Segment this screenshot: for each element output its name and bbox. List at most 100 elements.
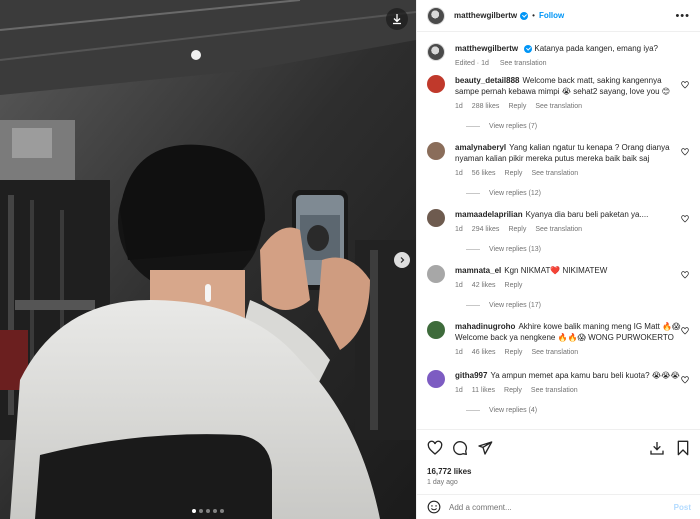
commenter-username[interactable]: beauty_detail888 xyxy=(455,76,519,85)
bookmark-icon[interactable] xyxy=(675,440,691,456)
comment-icon[interactable] xyxy=(452,440,468,456)
comment-text: Ya ampun memet apa kamu baru beli kuota?… xyxy=(490,371,680,380)
commenter-username[interactable]: mamaadelaprilian xyxy=(455,210,523,219)
comment-meta: 1d 46 likes Reply See translation xyxy=(455,347,687,358)
caption-meta: Edited · 1d See translation xyxy=(455,58,658,69)
comment-row: beauty_detail888 Welcome back matt, sakin… xyxy=(427,75,691,112)
replies-divider xyxy=(466,410,480,411)
post-media[interactable] xyxy=(0,0,416,519)
view-replies-button[interactable]: View replies (17) xyxy=(466,302,691,309)
comment-time: 1d xyxy=(455,387,463,394)
view-replies-label: View replies (13) xyxy=(489,246,542,253)
reply-button[interactable]: Reply xyxy=(508,103,526,110)
view-replies-button[interactable]: View replies (13) xyxy=(466,246,691,253)
comment-like-heart-icon[interactable] xyxy=(681,271,689,279)
comment-likes[interactable]: 56 likes xyxy=(472,170,496,177)
carousel-indicator xyxy=(0,509,416,513)
follow-button[interactable]: Follow xyxy=(539,11,564,20)
comment-meta: 1d 11 likes Reply See translation xyxy=(455,385,687,396)
replies-divider xyxy=(466,249,480,250)
verified-badge-icon xyxy=(520,11,529,20)
replies-divider xyxy=(466,126,480,127)
comment-meta: 1d 288 likes Reply See translation xyxy=(455,101,687,112)
comment-like-heart-icon[interactable] xyxy=(681,148,689,156)
comment-item: mahadinugroho Akhire kowe balik maning me… xyxy=(427,321,691,358)
see-translation-button[interactable]: See translation xyxy=(531,349,578,356)
commenter-username[interactable]: githa997 xyxy=(455,371,487,380)
commenter-avatar[interactable] xyxy=(427,75,445,93)
commenter-avatar[interactable] xyxy=(427,265,445,283)
header-separator: • xyxy=(532,11,535,20)
comment-likes[interactable]: 42 likes xyxy=(472,282,496,289)
commenter-username[interactable]: mamnata_el xyxy=(455,266,501,275)
comment-meta: 1d 294 likes Reply See translation xyxy=(455,224,687,235)
comment-likes[interactable]: 46 likes xyxy=(472,349,496,356)
comment-text: Kyanya dia baru beli paketan ya.... xyxy=(525,210,649,219)
comment-like-heart-icon[interactable] xyxy=(681,81,689,89)
comment-like-heart-icon[interactable] xyxy=(681,327,689,335)
comment-row: mamaadelaprilian Kyanya dia baru beli pak… xyxy=(427,209,691,235)
author-username[interactable]: matthewgilbertw xyxy=(454,11,517,20)
verified-badge-icon xyxy=(524,44,533,53)
comment-like-heart-icon[interactable] xyxy=(681,376,689,384)
reply-button[interactable]: Reply xyxy=(508,226,526,233)
comments-list[interactable]: matthewgilbertw Katanya pada kangen, ema… xyxy=(417,33,700,429)
comment-meta: 1d 56 likes Reply See translation xyxy=(455,168,687,179)
comment-row: mahadinugroho Akhire kowe balik maning me… xyxy=(427,321,691,358)
view-replies-button[interactable]: View replies (7) xyxy=(466,123,691,130)
comment-composer: Post xyxy=(417,494,700,519)
reply-button[interactable]: Reply xyxy=(505,282,523,289)
carousel-next-button[interactable] xyxy=(394,252,410,268)
view-replies-label: View replies (17) xyxy=(489,302,542,309)
commenter-username[interactable]: mahadinugroho xyxy=(455,322,515,331)
see-translation-button[interactable]: See translation xyxy=(531,170,578,177)
comment-meta: 1d 42 likes Reply xyxy=(455,280,687,291)
more-options-icon[interactable]: ••• xyxy=(675,10,690,22)
commenter-avatar[interactable] xyxy=(427,142,445,160)
comment-item: amalynaberyl Yang kalian ngatur tu kenapa… xyxy=(427,142,691,197)
download-button[interactable] xyxy=(386,8,408,30)
caption-edited: Edited · 1d xyxy=(455,60,489,67)
caption-text: Katanya pada kangen, emang iya? xyxy=(534,44,659,53)
photo-gym-selfie xyxy=(0,0,416,519)
carousel-dot xyxy=(192,509,196,513)
comment-text: Kgn NIKMAT❤️ NIKIMATEW xyxy=(504,266,608,275)
comment-body: mamnata_el Kgn NIKMAT❤️ NIKIMATEW 1d 42 lik… xyxy=(455,265,687,291)
comment-likes[interactable]: 288 likes xyxy=(472,103,500,110)
caption-username[interactable]: matthewgilbertw xyxy=(455,44,518,53)
heart-icon[interactable] xyxy=(427,440,443,456)
commenter-avatar[interactable] xyxy=(427,321,445,339)
post-timestamp: 1 day ago xyxy=(427,479,458,486)
author-avatar[interactable] xyxy=(427,6,445,25)
instagram-post-view: matthewgilbertw • Follow ••• matthewgilb… xyxy=(0,0,700,519)
download-icon xyxy=(393,14,401,25)
see-translation-button[interactable]: See translation xyxy=(535,226,582,233)
commenter-avatar[interactable] xyxy=(427,370,445,388)
view-replies-button[interactable]: View replies (4) xyxy=(466,407,691,414)
post-side-panel: matthewgilbertw • Follow ••• matthewgilb… xyxy=(416,0,700,519)
caption-avatar[interactable] xyxy=(427,43,445,61)
share-icon[interactable] xyxy=(477,440,493,456)
save-icon[interactable] xyxy=(649,440,665,456)
caption-see-translation[interactable]: See translation xyxy=(500,60,547,67)
comment-likes[interactable]: 294 likes xyxy=(472,226,500,233)
reply-button[interactable]: Reply xyxy=(504,387,522,394)
comment-row: amalynaberyl Yang kalian ngatur tu kenapa… xyxy=(427,142,691,179)
view-replies-button[interactable]: View replies (12) xyxy=(466,190,691,197)
comment-input[interactable] xyxy=(449,502,674,512)
see-translation-button[interactable]: See translation xyxy=(531,387,578,394)
reply-button[interactable]: Reply xyxy=(505,170,523,177)
see-translation-button[interactable]: See translation xyxy=(535,103,582,110)
comment-likes[interactable]: 11 likes xyxy=(472,387,495,394)
carousel-dot xyxy=(220,509,224,513)
comment-time: 1d xyxy=(455,170,463,177)
replies-divider xyxy=(466,193,480,194)
likes-count[interactable]: 16,772 likes xyxy=(427,467,691,476)
post-comment-button[interactable]: Post xyxy=(674,503,691,512)
commenter-avatar[interactable] xyxy=(427,209,445,227)
reply-button[interactable]: Reply xyxy=(505,349,523,356)
comment-like-heart-icon[interactable] xyxy=(681,215,689,223)
comment-body: githa997 Ya ampun memet apa kamu baru bel… xyxy=(455,370,687,396)
commenter-username[interactable]: amalynaberyl xyxy=(455,143,506,152)
emoji-icon[interactable] xyxy=(427,500,441,514)
